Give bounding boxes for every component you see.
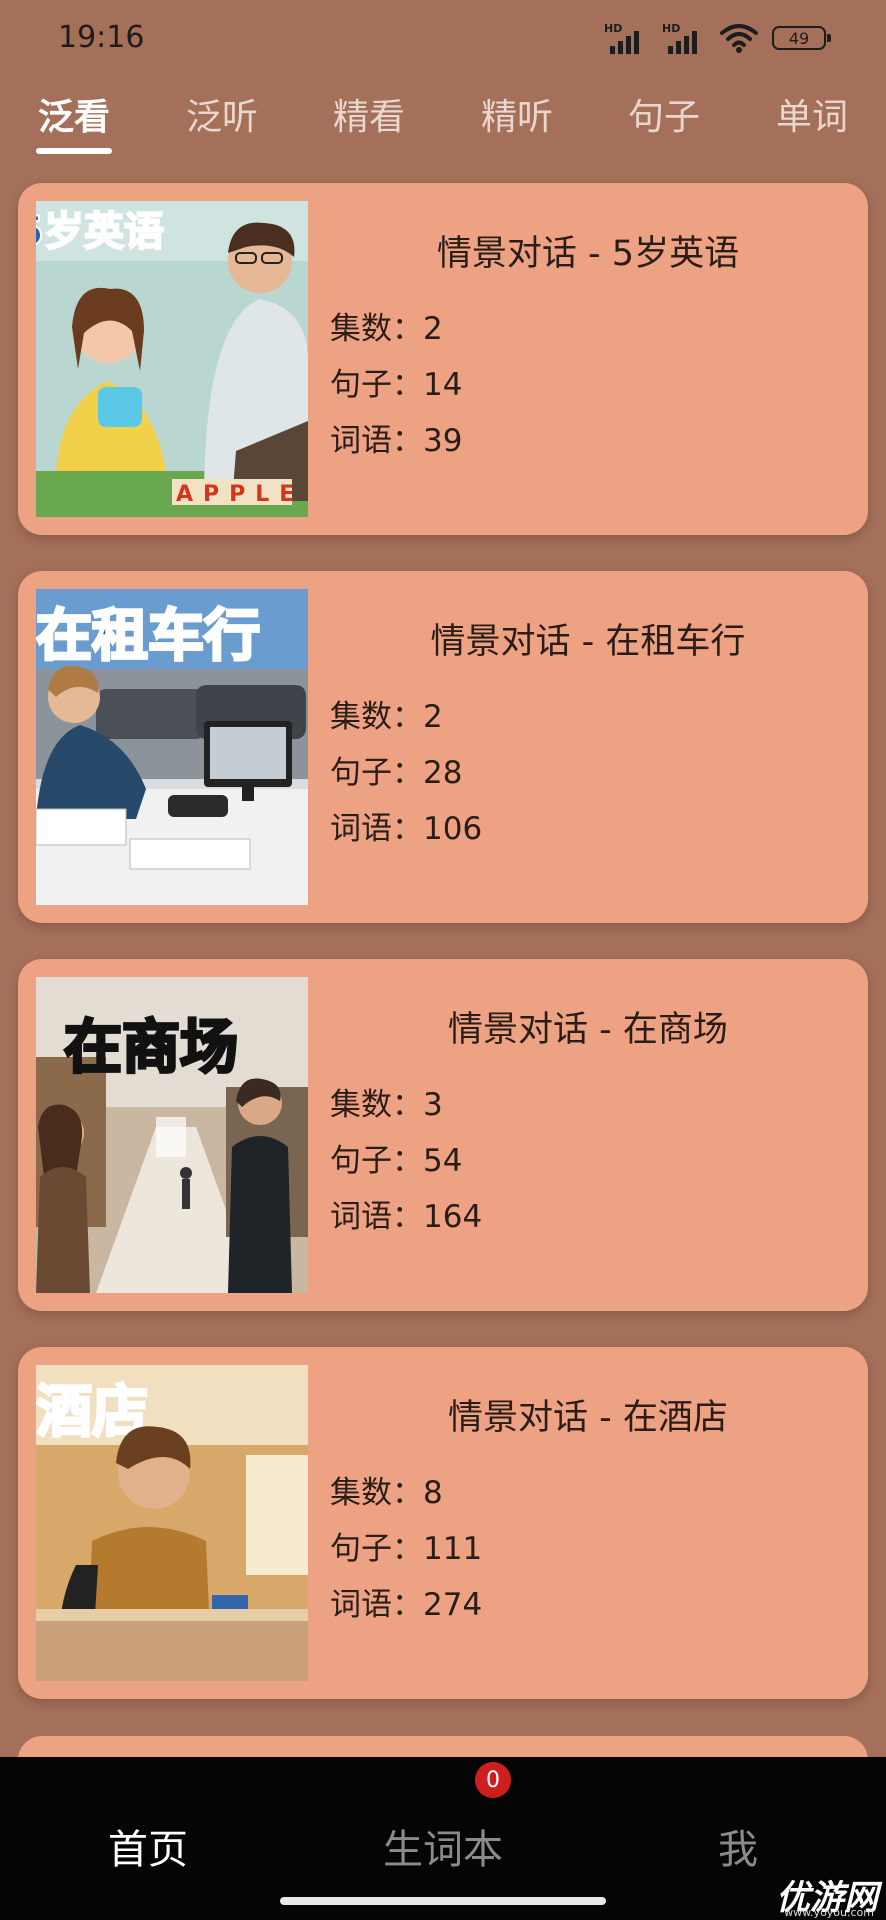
signal-icon: HD <box>604 22 648 54</box>
course-thumbnail: 在租车行 <box>36 589 308 905</box>
active-tab-indicator <box>36 148 112 154</box>
sentence-count: 句子：14 <box>330 367 463 403</box>
course-title: 情景对话 - 在酒店 <box>448 1398 728 1438</box>
course-thumbnail: 酒店 <box>36 1365 308 1681</box>
battery-icon: 49 <box>772 26 831 50</box>
course-card[interactable]: 5岁英语 APPLE <box>18 183 868 535</box>
tab-fan-kan[interactable]: 泛看 <box>19 88 129 140</box>
bottom-nav: 首页 生词本 我 <box>0 1757 886 1920</box>
episode-count: 集数：8 <box>330 1475 443 1511</box>
home-indicator[interactable] <box>280 1897 606 1905</box>
sentence-count: 句子：28 <box>330 755 463 791</box>
app-screen: 19:16 HD HD 49 泛看 泛听 精看 精听 句子 单词 岁英语 APP… <box>0 0 886 1920</box>
thumbnail-blocks: APPLE <box>176 482 304 507</box>
course-title: 情景对话 - 在商场 <box>448 1010 728 1050</box>
sentence-count: 句子：54 <box>330 1143 463 1179</box>
nav-vocab-book[interactable]: 生词本 <box>343 1817 543 1875</box>
course-thumbnail: 在商场 <box>36 977 308 1293</box>
word-count: 词语：164 <box>330 1199 483 1235</box>
course-card[interactable]: 在租车行 情景对话 - 在租车行 集数：2 句子：28 词语：106 <box>18 571 868 923</box>
nav-me[interactable]: 我 <box>638 1817 838 1875</box>
vocab-count-badge: 0 <box>475 1762 511 1798</box>
tab-jing-ting[interactable]: 精听 <box>462 88 572 140</box>
nav-home[interactable]: 首页 <box>48 1817 248 1875</box>
course-thumbnail: 5岁英语 APPLE <box>36 201 308 517</box>
thumbnail-caption: 5岁英语 <box>36 209 164 255</box>
thumbnail-caption: 在租车行 <box>36 604 260 669</box>
episode-count: 集数：2 <box>330 311 443 347</box>
course-card[interactable]: 在商场 情景对话 - 在商场 集数：3 句子：54 词语：164 <box>18 959 868 1311</box>
watermark-url: www.yoyou.com <box>784 1906 874 1919</box>
status-time: 19:16 <box>58 20 145 55</box>
tab-words[interactable]: 单词 <box>757 88 867 140</box>
tab-fan-ting[interactable]: 泛听 <box>167 88 277 140</box>
word-count: 词语：39 <box>330 423 463 459</box>
sentence-count: 句子：111 <box>330 1531 483 1567</box>
episode-count: 集数：2 <box>330 699 443 735</box>
course-card[interactable]: 酒店 情景对话 - 在酒店 集数：8 句子：111 词语：274 <box>18 1347 868 1699</box>
category-tabs: 泛看 泛听 精看 精听 句子 单词 <box>0 88 886 158</box>
episode-count: 集数：3 <box>330 1087 443 1123</box>
signal-icon: HD <box>662 22 706 54</box>
wifi-icon <box>720 24 758 53</box>
word-count: 词语：106 <box>330 811 483 847</box>
tab-jing-kan[interactable]: 精看 <box>314 88 424 140</box>
tab-sentences[interactable]: 句子 <box>609 88 719 140</box>
word-count: 词语：274 <box>330 1587 483 1623</box>
course-title: 情景对话 - 5岁英语 <box>436 234 740 274</box>
thumbnail-caption: 在商场 <box>64 1013 238 1081</box>
status-bar: 19:16 HD HD 49 <box>0 0 886 80</box>
status-icons: HD HD 49 <box>604 22 831 54</box>
course-title: 情景对话 - 在租车行 <box>430 622 746 662</box>
